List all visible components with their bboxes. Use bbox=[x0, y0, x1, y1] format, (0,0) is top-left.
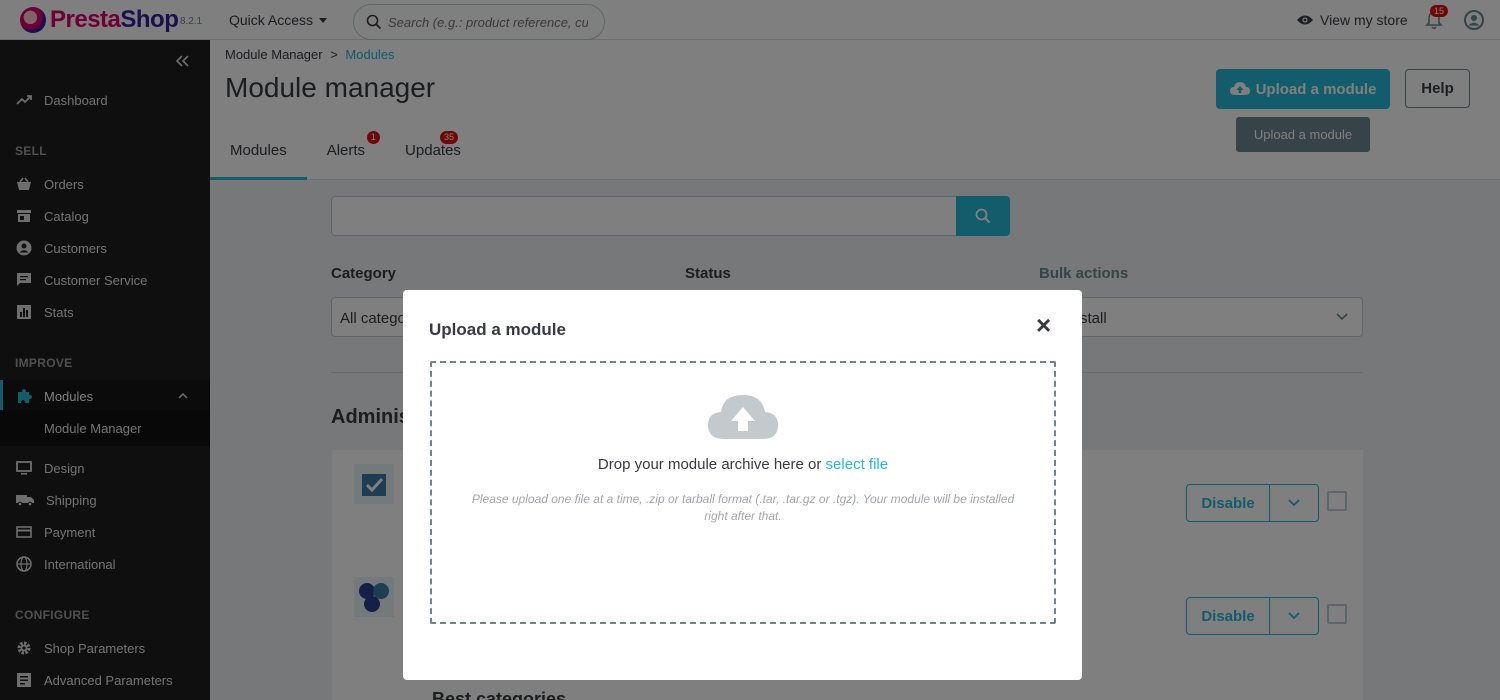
drop-text: Drop your module archive here or bbox=[597, 456, 822, 473]
file-dropzone[interactable]: Drop your module archive here or select … bbox=[430, 361, 1056, 624]
close-icon[interactable]: × bbox=[1036, 312, 1051, 338]
modal-title: Upload a module bbox=[429, 320, 566, 339]
cloud-upload-icon bbox=[708, 395, 778, 439]
select-file-link[interactable]: select file bbox=[826, 456, 889, 473]
upload-help-text: Please upload one file at a time, .zip o… bbox=[471, 492, 1015, 523]
drop-instructions: Drop your module archive here or select … bbox=[432, 456, 1054, 473]
upload-module-modal: Upload a module × Drop your module archi… bbox=[403, 290, 1082, 680]
